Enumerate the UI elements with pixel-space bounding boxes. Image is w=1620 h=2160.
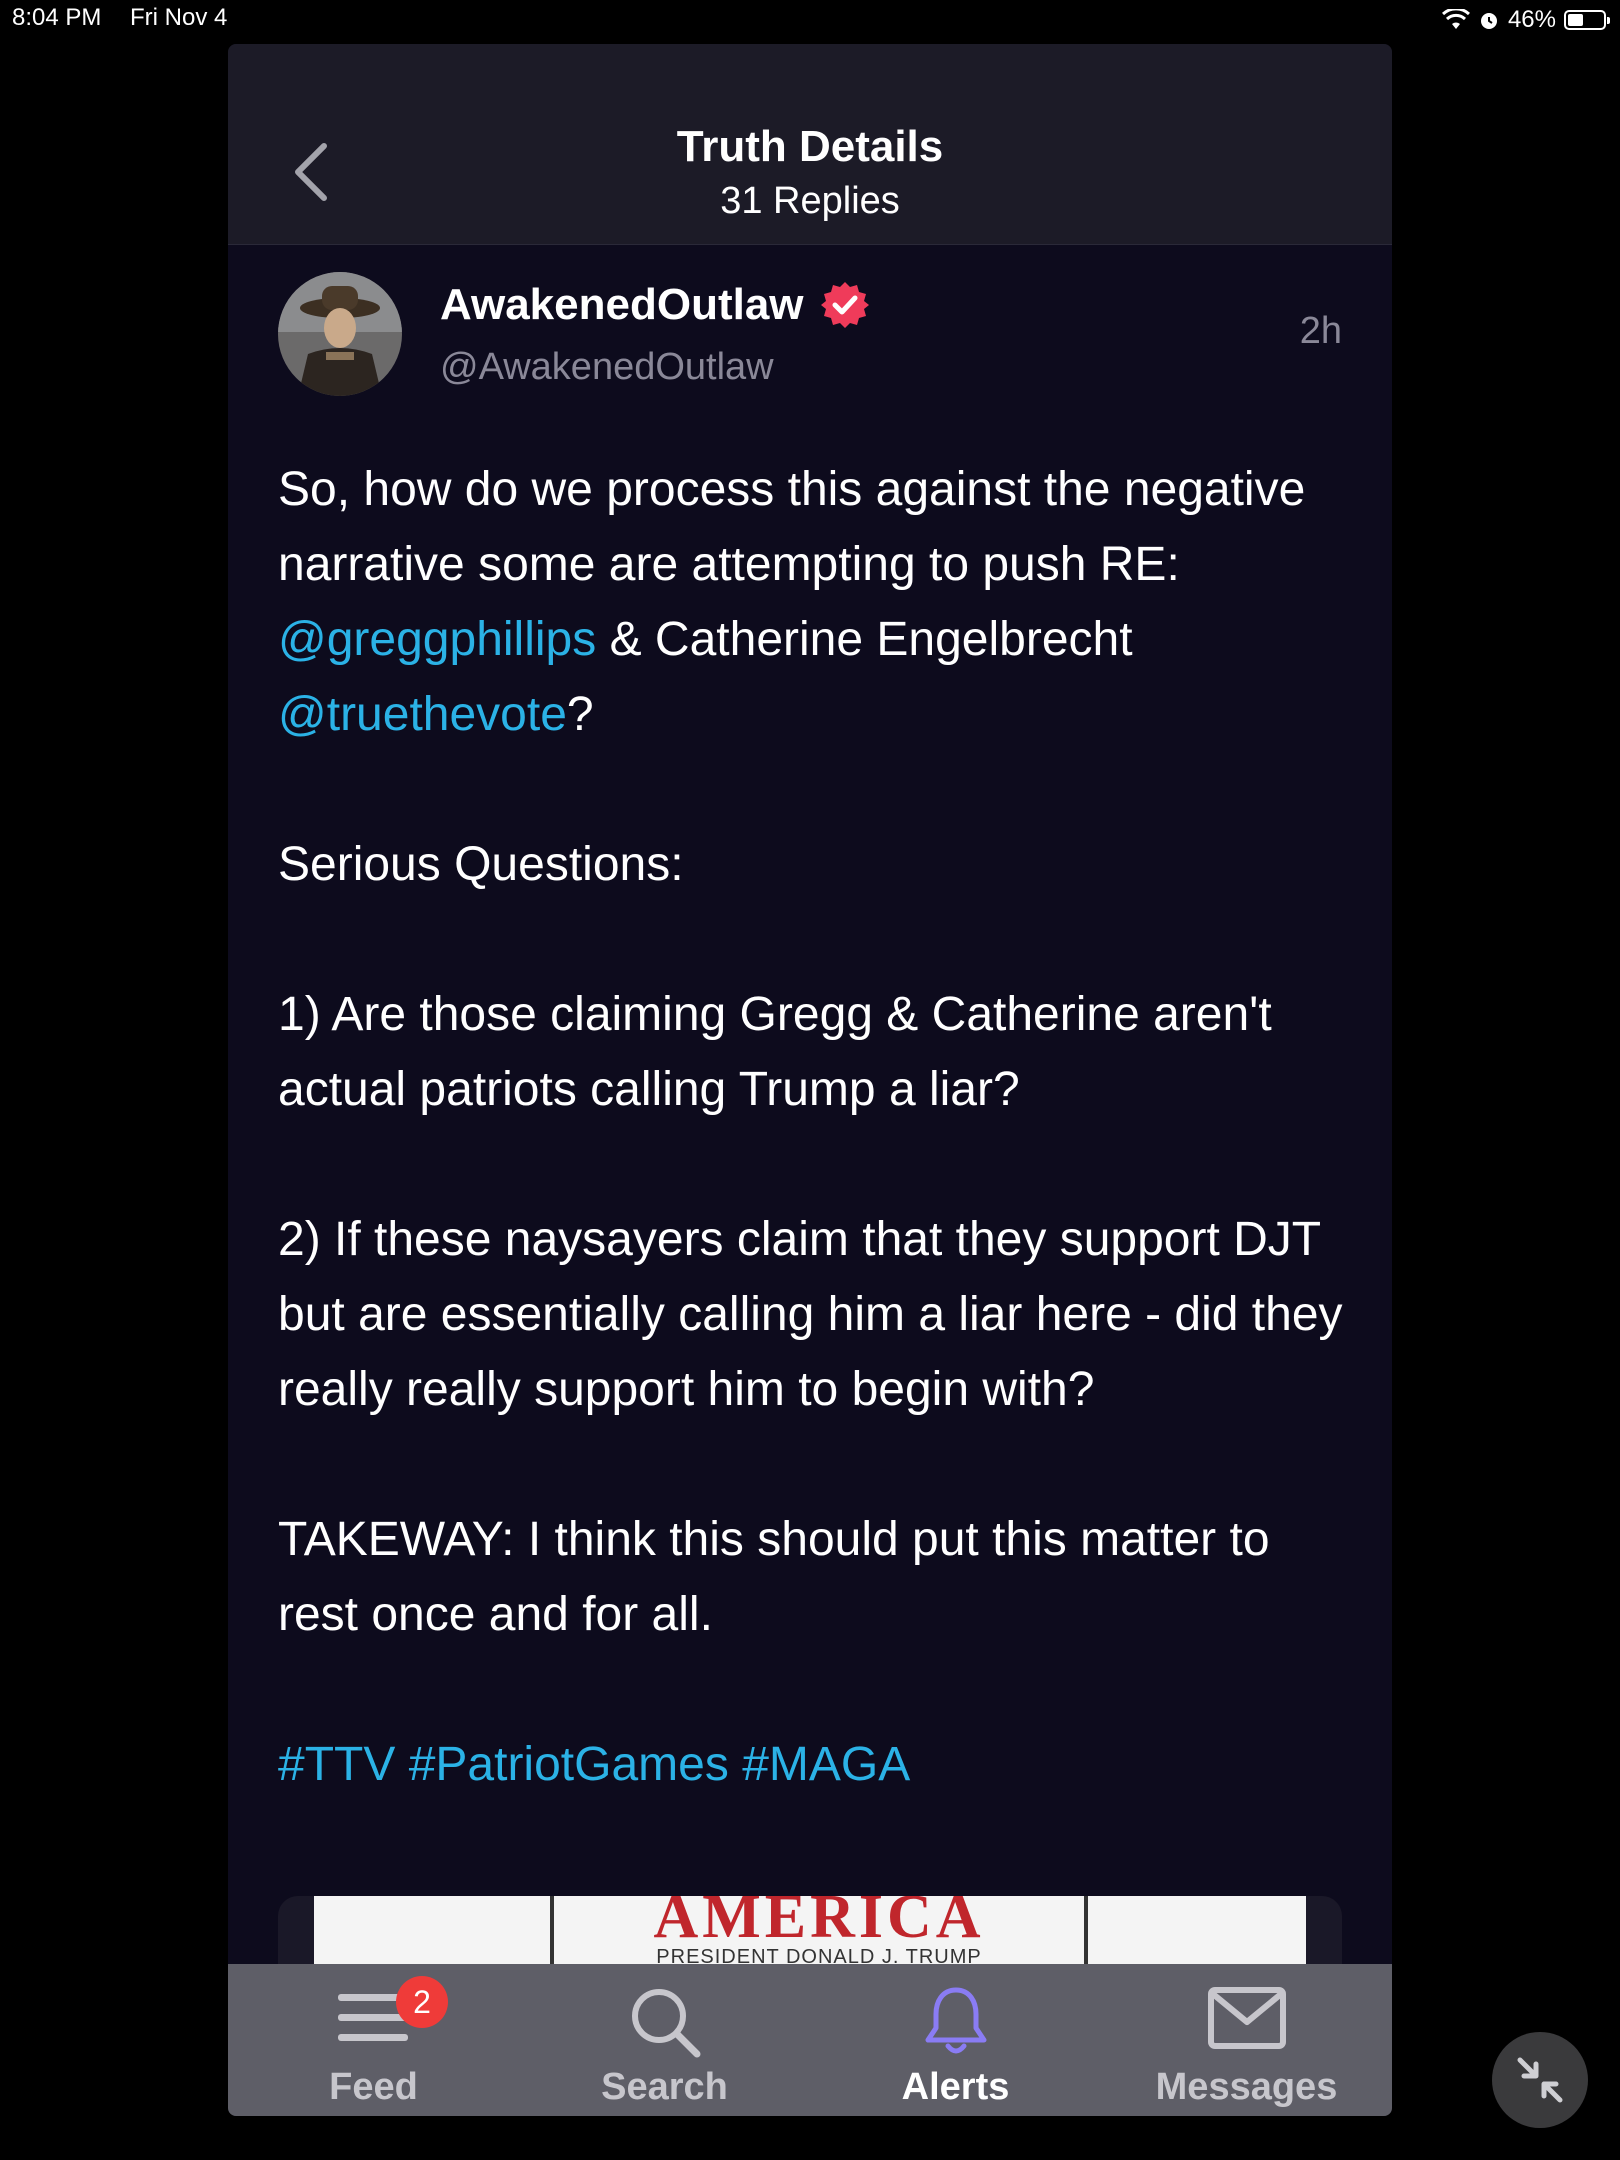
status-indicators: 46% [1441, 4, 1610, 36]
bell-icon [925, 1987, 986, 2054]
notification-badge: 2 [396, 1976, 448, 2028]
tab-label: Messages [1155, 2066, 1338, 2108]
post-paragraph: 1) Are those claiming Gregg & Catherine … [278, 988, 1272, 1116]
post-paragraph: Serious Questions: [278, 838, 684, 891]
hashtag-link[interactable]: #TTV [278, 1738, 395, 1791]
verified-icon [820, 282, 869, 328]
tab-label: Feed [329, 2066, 418, 2108]
post-paragraph: 2) If these naysayers claim that they su… [278, 1213, 1343, 1416]
post-paragraph: So, how do we process this against the n… [278, 452, 1358, 752]
envelope-icon [1207, 1987, 1286, 2049]
post-text: ? [566, 688, 594, 741]
tab-alerts[interactable]: Alerts [810, 1964, 1101, 2116]
tab-feed[interactable]: 2 Feed [228, 1964, 519, 2116]
hashtag-link[interactable]: #MAGA [742, 1738, 910, 1791]
app-window: Truth Details 31 Replies AwakenedOutlaw … [228, 44, 1392, 2116]
tab-messages[interactable]: Messages [1101, 1964, 1392, 2116]
header: Truth Details 31 Replies [228, 44, 1392, 245]
post-body: So, how do we process this against the n… [278, 452, 1358, 1802]
user-handle[interactable]: @AwakenedOutlaw [440, 346, 774, 389]
minimize-icon [1517, 2057, 1563, 2103]
avatar-image [278, 272, 402, 396]
status-time: 8:04 PM [12, 4, 102, 31]
tab-label: Alerts [901, 2066, 1010, 2108]
search-icon [631, 1989, 700, 2058]
post-timestamp: 2h [1299, 310, 1342, 352]
hashtags: #TTV #PatriotGames #MAGA [278, 1727, 1358, 1802]
battery-percent: 46% [1507, 6, 1556, 33]
media-headline: AMERICA [653, 1896, 985, 1951]
page-title: Truth Details [676, 122, 944, 171]
status-bar: 8:04 PM Fri Nov 4 46% [0, 0, 1620, 40]
tab-bar: 2 Feed Search Alerts Messages [228, 1964, 1392, 2116]
alarm-icon [1480, 13, 1497, 29]
reply-count: 31 Replies [720, 180, 900, 222]
display-name-row: AwakenedOutlaw [440, 280, 870, 330]
post-text: So, how do we process this against the n… [278, 463, 1306, 591]
avatar[interactable] [278, 272, 402, 396]
display-name[interactable]: AwakenedOutlaw [440, 280, 804, 330]
battery-icon [1564, 10, 1610, 30]
post-paragraph: TAKEWAY: I think this should put this ma… [278, 1513, 1270, 1641]
mention-link[interactable]: @greggphillips [278, 613, 596, 666]
tab-search[interactable]: Search [519, 1964, 810, 2116]
status-date: Fri Nov 4 [130, 4, 228, 31]
hashtag-link[interactable]: #PatriotGames [409, 1738, 729, 1791]
post-text: & Catherine Engelbrecht [596, 613, 1133, 666]
minimize-button[interactable] [1492, 2032, 1588, 2128]
mention-link[interactable]: @truethevote [278, 688, 567, 741]
tab-label: Search [601, 2066, 728, 2108]
wifi-icon [1441, 9, 1470, 29]
